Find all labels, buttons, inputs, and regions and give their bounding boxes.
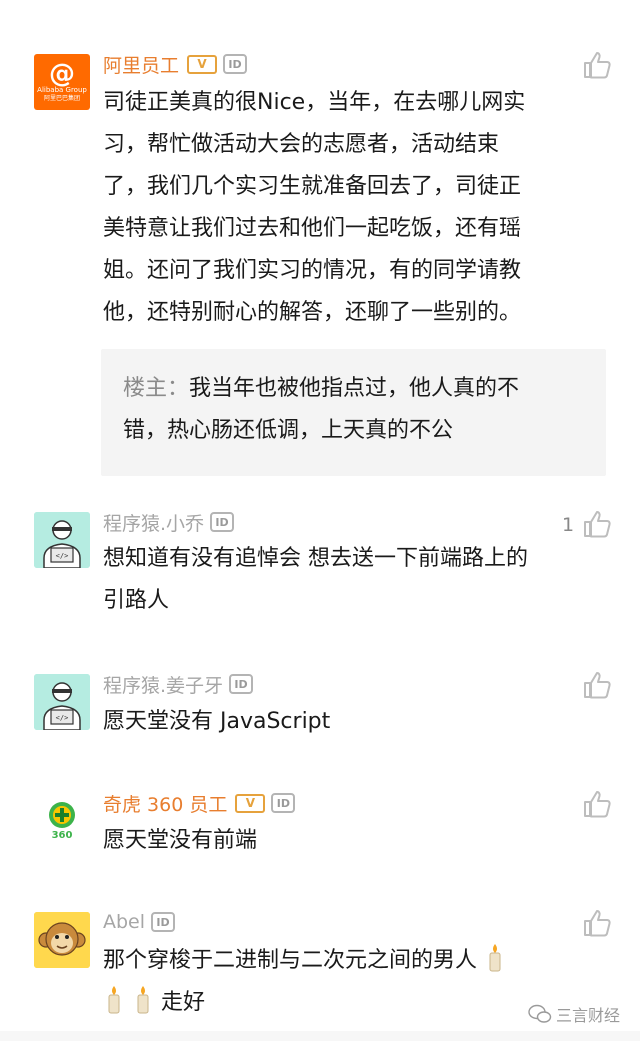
avatar-coder[interactable]: </> (34, 674, 90, 730)
svg-text:</>: </> (56, 552, 69, 560)
avatar-brand: Alibaba Group (37, 85, 87, 94)
comment-text-line2: 走好 (161, 990, 206, 1015)
comment-text: 那个穿梭于二进制与二次元之间的男人 走好 (103, 940, 573, 1024)
name-row: 阿里员工 V ID (103, 50, 248, 78)
author-name[interactable]: 程序猿.小乔 (103, 509, 204, 536)
comment-text: 愿天堂没有前端 (103, 828, 258, 853)
author-name[interactable]: 程序猿.姜子牙 (103, 671, 223, 698)
thumbs-up-icon[interactable] (582, 50, 612, 80)
svg-text:</>: </> (56, 714, 69, 722)
avatar-monkey[interactable] (34, 912, 90, 968)
watermark: 三言财经 (528, 1000, 620, 1028)
thumbs-up-icon[interactable] (582, 670, 612, 700)
author-reply: 楼主：我当年也被他指点过，他人真的不 错，热心肠还低调，上天真的不公 (101, 349, 606, 476)
name-row: 程序猿.姜子牙 ID (103, 670, 254, 698)
watermark-text: 三言财经 (556, 1006, 621, 1025)
id-badge-icon: ID (229, 674, 254, 694)
candle-icon (108, 986, 120, 1014)
comment-text: 愿天堂没有 JavaScript (103, 709, 331, 734)
id-badge-icon: ID (271, 793, 296, 813)
like-count: 1 (562, 514, 575, 536)
name-row: 程序猿.小乔 ID (103, 508, 235, 536)
verified-badge-icon: V (187, 54, 218, 74)
360-logo-icon (49, 802, 75, 828)
author-name[interactable]: 奇虎 360 员工 (103, 790, 227, 817)
verified-badge-icon: V (235, 793, 266, 813)
author-name[interactable]: Abel (103, 911, 145, 933)
alibaba-logo-icon: @ (49, 58, 75, 89)
reply-content: 楼主：我当年也被他指点过，他人真的不 错，热心肠还低调，上天真的不公 (123, 368, 583, 452)
candle-icon (489, 944, 501, 972)
avatar-alibaba[interactable]: @ Alibaba Group 阿里巴巴集团 (34, 54, 90, 110)
thumbs-up-icon[interactable] (582, 509, 612, 539)
comment-text: 司徒正美真的很Nice，当年，在去哪儿网实 习，帮忙做活动大会的志愿者，活动结束… (103, 90, 526, 325)
thumbs-up-icon[interactable] (582, 908, 612, 938)
comment-text: 想知道有没有追悼会 想去送一下前端路上的 引路人 (103, 546, 528, 613)
id-badge-icon: ID (223, 54, 248, 74)
thumbs-up-icon[interactable] (582, 789, 612, 819)
author-name[interactable]: 阿里员工 (103, 51, 179, 78)
wechat-icon (528, 1004, 552, 1023)
name-row: Abel ID (103, 908, 176, 936)
avatar-brand: 360 (51, 830, 73, 841)
avatar-360[interactable]: 360 (34, 793, 90, 849)
comment-text-line1: 那个穿梭于二进制与二次元之间的男人 (103, 948, 478, 973)
candle-icon (137, 986, 149, 1014)
reply-author: 楼主： (123, 376, 190, 401)
avatar-coder[interactable]: </> (34, 512, 90, 568)
id-badge-icon: ID (210, 512, 235, 532)
name-row: 奇虎 360 员工 V ID (103, 789, 296, 817)
avatar-brand-cn: 阿里巴巴集团 (43, 94, 80, 102)
bottom-divider (0, 1031, 640, 1041)
id-badge-icon: ID (151, 912, 176, 932)
